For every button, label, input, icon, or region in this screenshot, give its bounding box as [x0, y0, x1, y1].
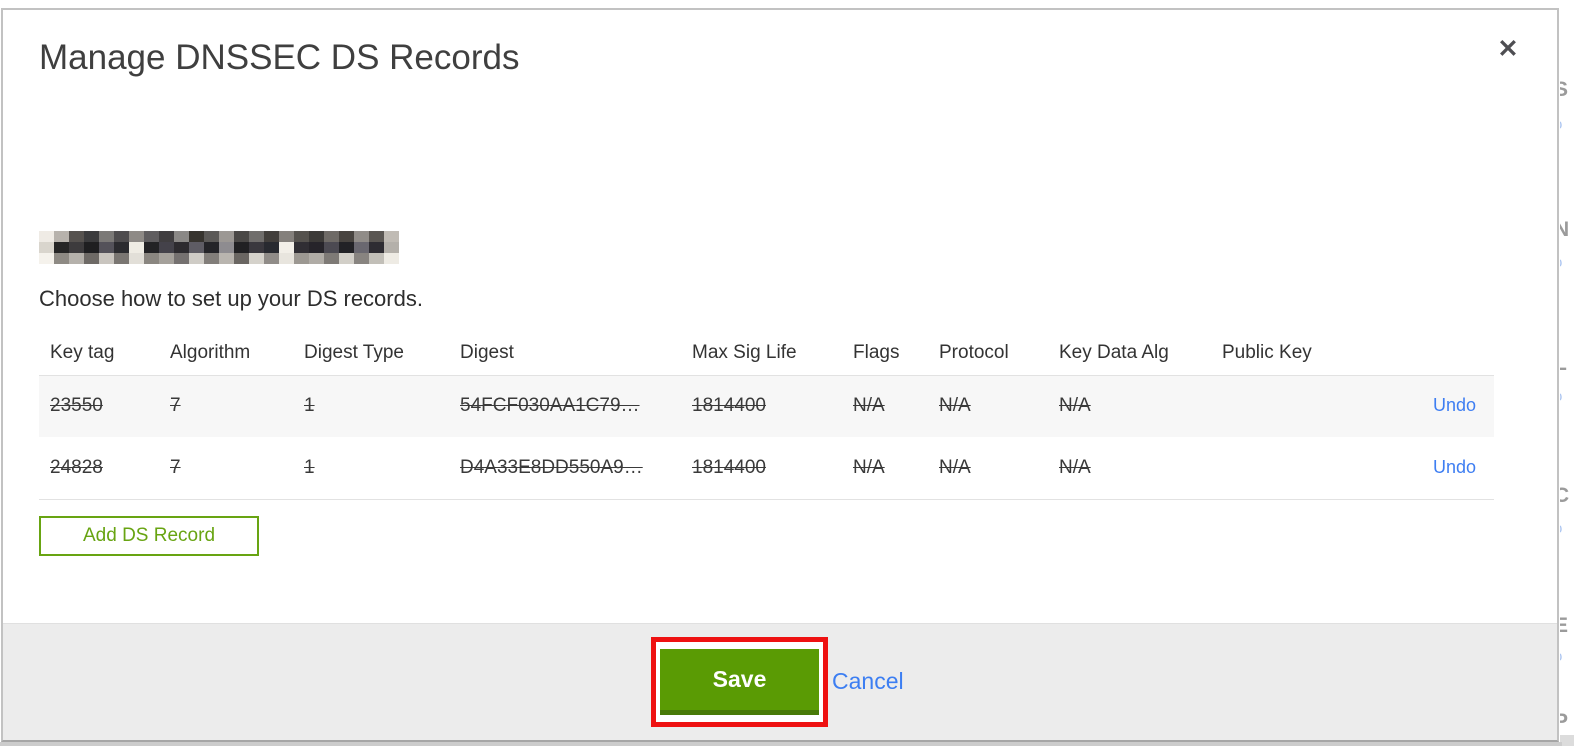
- modal-footer: Save Cancel: [3, 623, 1557, 740]
- cell-max-sig-life: 1814400: [681, 374, 842, 437]
- save-button[interactable]: Save: [660, 649, 819, 715]
- cell-actions: Undo: [1361, 374, 1494, 437]
- subtitle-text: Choose how to set up your DS records.: [39, 286, 423, 311]
- cell-protocol: N/A: [928, 374, 1048, 437]
- add-ds-record-button[interactable]: Add DS Record: [39, 516, 260, 556]
- table-row: 24828 7 1 D4A33E8DD550A9… 1814400 N/A N/…: [39, 437, 1494, 500]
- column-header-flags: Flags: [853, 342, 900, 364]
- redacted-domain-name: [39, 231, 399, 264]
- background-page-edge-footer: [1560, 735, 1574, 746]
- cell-algorithm: 7: [159, 437, 293, 500]
- cell-actions: Undo: [1361, 437, 1494, 500]
- cell-digest: 54FCF030AA1C79…: [449, 374, 681, 437]
- undo-link[interactable]: Undo: [1433, 395, 1476, 415]
- column-header-algorithm: Algorithm: [170, 342, 251, 364]
- column-header-digest-type: Digest Type: [304, 342, 404, 364]
- background-page-edge: SoNoLoCoEoP: [1560, 0, 1574, 746]
- column-header-key-data-alg: Key Data Alg: [1059, 342, 1169, 364]
- page-title: Manage DNSSEC DS Records: [39, 38, 520, 77]
- cell-public-key: [1211, 374, 1361, 437]
- column-header-key-tag: Key tag: [50, 342, 115, 364]
- screen: SoNoLoCoEoP Manage DNSSEC DS Records ✕ C…: [0, 0, 1574, 746]
- annotation-highlight-rectangle: Save: [651, 637, 828, 727]
- cell-key-data-alg: N/A: [1048, 437, 1211, 500]
- table-header-row: Key tag Algorithm Digest Type Digest Max…: [39, 332, 1494, 375]
- cell-max-sig-life: 1814400: [681, 437, 842, 500]
- cell-key-data-alg: N/A: [1048, 374, 1211, 437]
- cell-key-tag: 24828: [39, 437, 159, 500]
- dnssec-ds-records-modal: Manage DNSSEC DS Records ✕ Choose how to…: [1, 8, 1559, 742]
- cell-digest-type: 1: [293, 437, 449, 500]
- column-header-digest: Digest: [460, 342, 514, 364]
- column-header-public-key: Public Key: [1222, 342, 1312, 364]
- table-row: 23550 7 1 54FCF030AA1C79… 1814400 N/A N/…: [39, 374, 1494, 437]
- background-page-bottom: [0, 742, 1562, 746]
- cell-digest-type: 1: [293, 374, 449, 437]
- cell-algorithm: 7: [159, 374, 293, 437]
- cell-flags: N/A: [842, 374, 928, 437]
- undo-link[interactable]: Undo: [1433, 457, 1476, 477]
- cell-public-key: [1211, 437, 1361, 500]
- cell-protocol: N/A: [928, 437, 1048, 500]
- column-header-actions: [1361, 332, 1494, 375]
- column-header-protocol: Protocol: [939, 342, 1009, 364]
- ds-records-table: Key tag Algorithm Digest Type Digest Max…: [39, 332, 1494, 500]
- cancel-link[interactable]: Cancel: [832, 668, 904, 695]
- cell-key-tag: 23550: [39, 374, 159, 437]
- cell-flags: N/A: [842, 437, 928, 500]
- cell-digest: D4A33E8DD550A9…: [449, 437, 681, 500]
- column-header-max-sig-life: Max Sig Life: [692, 342, 797, 364]
- close-icon[interactable]: ✕: [1493, 34, 1523, 64]
